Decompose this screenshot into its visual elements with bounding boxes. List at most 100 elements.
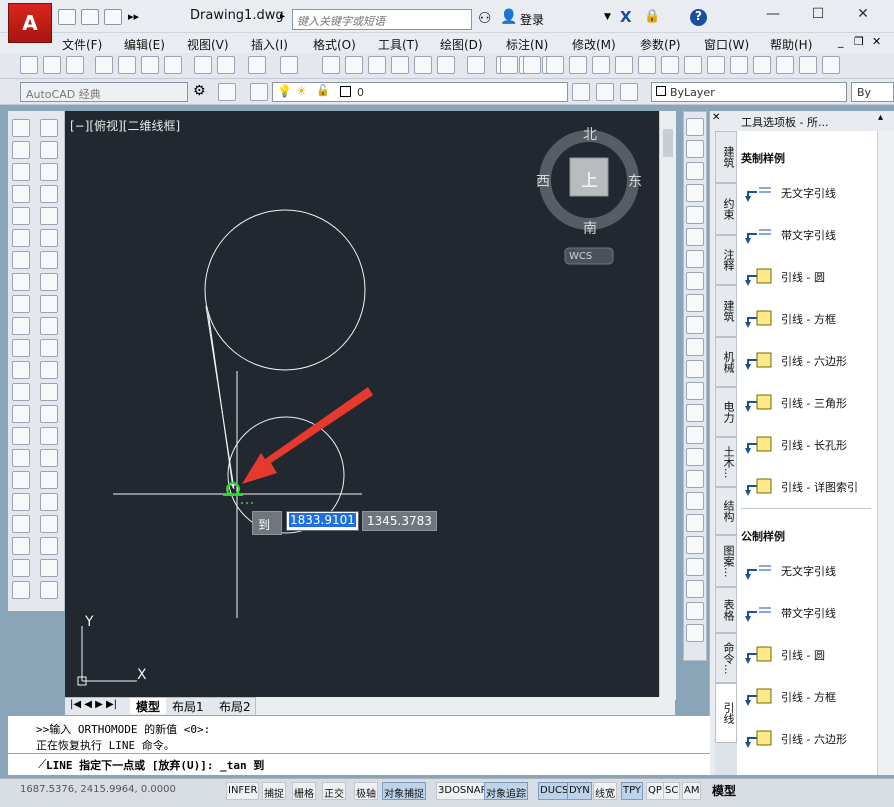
draw-tool-icon[interactable] bbox=[40, 493, 58, 511]
palette-tab-6[interactable]: 土木... bbox=[715, 437, 737, 487]
palette-item[interactable]: 引线 - 六边形 bbox=[745, 728, 847, 750]
menu-parametric[interactable]: 参数(P) bbox=[640, 36, 681, 53]
workspace-select[interactable]: AutoCAD 经典 bbox=[20, 82, 188, 102]
maximize-button[interactable]: ☐ bbox=[803, 6, 833, 26]
menu-modify[interactable]: 修改(M) bbox=[572, 36, 616, 53]
palette-tab-4[interactable]: 机械 bbox=[715, 337, 737, 387]
draw-tool-icon[interactable] bbox=[12, 427, 30, 445]
menu-format[interactable]: 格式(O) bbox=[313, 36, 356, 53]
horizontal-scrollbar[interactable] bbox=[255, 697, 675, 715]
draw-tool-icon[interactable] bbox=[40, 471, 58, 489]
status-toggle-12[interactable]: QP bbox=[646, 782, 664, 800]
status-toggle-0[interactable]: INFER bbox=[226, 782, 260, 800]
draw-tool-icon[interactable] bbox=[12, 119, 30, 137]
new2-tool-icon[interactable] bbox=[500, 56, 518, 74]
doc-minimize-icon[interactable]: _ bbox=[838, 35, 844, 48]
palette-item[interactable]: 带文字引线 bbox=[745, 224, 836, 246]
palette-item[interactable]: 无文字引线 bbox=[745, 182, 836, 204]
menu-view[interactable]: 视图(V) bbox=[187, 36, 229, 53]
menu-insert[interactable]: 插入(I) bbox=[251, 36, 288, 53]
draw-tool-icon[interactable] bbox=[40, 317, 58, 335]
draw-tool-icon[interactable] bbox=[40, 339, 58, 357]
save-icon[interactable] bbox=[104, 9, 122, 25]
open-icon[interactable] bbox=[81, 9, 99, 25]
plot-preview-tool-icon[interactable] bbox=[118, 56, 136, 74]
tab-layout2[interactable]: 布局2 bbox=[219, 698, 251, 715]
save2-tool-icon[interactable] bbox=[546, 56, 564, 74]
modify-tool-icon[interactable] bbox=[686, 206, 704, 224]
pan-tool-icon[interactable] bbox=[322, 56, 340, 74]
modify-tool-icon[interactable] bbox=[686, 338, 704, 356]
command-line-input[interactable]: LINE 指定下一点或 [放弃(U)]: _tan 到 bbox=[8, 753, 710, 775]
publish-tool-icon[interactable] bbox=[141, 56, 159, 74]
palette-item[interactable]: 引线 - 六边形 bbox=[745, 350, 847, 372]
viewcube-south[interactable]: 南 bbox=[583, 218, 597, 238]
draw-tool-icon[interactable] bbox=[40, 559, 58, 577]
modify-tool-icon[interactable] bbox=[686, 272, 704, 290]
palette-tab-9[interactable]: 表格 bbox=[715, 587, 737, 633]
draw-tool-icon[interactable] bbox=[40, 427, 58, 445]
palette-tab-3[interactable]: 建筑 bbox=[715, 285, 737, 337]
login-link[interactable]: 登录 bbox=[520, 11, 544, 28]
menu-tools[interactable]: 工具(T) bbox=[378, 36, 419, 53]
status-toggle-3[interactable]: 正交 bbox=[322, 782, 346, 800]
modify-tool-icon[interactable] bbox=[686, 624, 704, 642]
draw-tool-icon[interactable] bbox=[12, 449, 30, 467]
modify-tool-icon[interactable] bbox=[686, 316, 704, 334]
status-toggle-7[interactable]: 对象追踪 bbox=[484, 782, 528, 800]
doc-restore-icon[interactable]: ❐ bbox=[854, 35, 864, 48]
draw-tool-icon[interactable] bbox=[40, 141, 58, 159]
modify-tool-icon[interactable] bbox=[686, 294, 704, 312]
workspace-settings-icon[interactable] bbox=[218, 83, 236, 101]
status-toggle-5[interactable]: 对象捕捉 bbox=[382, 782, 426, 800]
draw-tool-icon[interactable] bbox=[40, 537, 58, 555]
modify-tool-icon[interactable] bbox=[686, 382, 704, 400]
modify-tool-icon[interactable] bbox=[686, 360, 704, 378]
save-tool-icon[interactable] bbox=[66, 56, 84, 74]
match-tool-icon[interactable] bbox=[730, 56, 748, 74]
palette-tab-1[interactable]: 约束 bbox=[715, 183, 737, 235]
draw-tool-icon[interactable] bbox=[40, 449, 58, 467]
undo2-tool-icon[interactable] bbox=[776, 56, 794, 74]
draw-tool-icon[interactable] bbox=[40, 207, 58, 225]
modify-tool-icon[interactable] bbox=[686, 470, 704, 488]
draw-tool-icon[interactable] bbox=[12, 361, 30, 379]
quick-access-more-icon[interactable]: ▸▸ bbox=[128, 10, 139, 23]
palette-item[interactable]: 带文字引线 bbox=[745, 602, 836, 624]
palette-item[interactable]: 引线 - 三角形 bbox=[745, 392, 847, 414]
draw-tool-icon[interactable] bbox=[40, 383, 58, 401]
design-center-tool-icon[interactable] bbox=[414, 56, 432, 74]
3d2-tool-icon[interactable] bbox=[638, 56, 656, 74]
modify-tool-icon[interactable] bbox=[686, 426, 704, 444]
wcs-label[interactable]: WCS bbox=[569, 251, 592, 262]
palette-scroll-up-icon[interactable]: ▴ bbox=[878, 112, 894, 130]
viewcube-top-label[interactable]: 上 bbox=[581, 166, 598, 191]
modify-tool-icon[interactable] bbox=[686, 448, 704, 466]
palette-close-icon[interactable]: ✕ bbox=[712, 112, 732, 130]
modify-tool-icon[interactable] bbox=[686, 250, 704, 268]
status-toggle-8[interactable]: DUCS bbox=[538, 782, 571, 800]
draw-tool-icon[interactable] bbox=[12, 251, 30, 269]
palette-item[interactable]: 引线 - 圆 bbox=[745, 644, 825, 666]
help-icon[interactable]: ? bbox=[690, 9, 707, 26]
status-toggle-6[interactable]: 3DOSNAP bbox=[436, 782, 489, 800]
draw-tool-icon[interactable] bbox=[12, 405, 30, 423]
make-current-layer-icon[interactable] bbox=[572, 83, 590, 101]
new-tool-icon[interactable] bbox=[20, 56, 38, 74]
scroll-thumb[interactable] bbox=[663, 129, 673, 157]
layer-previous-icon[interactable] bbox=[596, 83, 614, 101]
draw-tool-icon[interactable] bbox=[12, 581, 30, 599]
draw-tool-icon[interactable] bbox=[12, 317, 30, 335]
draw-tool-icon[interactable] bbox=[12, 295, 30, 313]
pan2-tool-icon[interactable] bbox=[822, 56, 840, 74]
modify-tool-icon[interactable] bbox=[686, 140, 704, 158]
zoom-tool-icon[interactable] bbox=[345, 56, 363, 74]
palette-scrollbar[interactable] bbox=[877, 131, 894, 775]
draw-tool-icon[interactable] bbox=[12, 273, 30, 291]
status-toggle-14[interactable]: AM bbox=[682, 782, 702, 800]
app-menu-button[interactable]: A bbox=[8, 3, 52, 43]
modify-tool-icon[interactable] bbox=[686, 228, 704, 246]
drawing-area[interactable] bbox=[65, 111, 661, 697]
draw-tool-icon[interactable] bbox=[40, 119, 58, 137]
modify-tool-icon[interactable] bbox=[686, 580, 704, 598]
